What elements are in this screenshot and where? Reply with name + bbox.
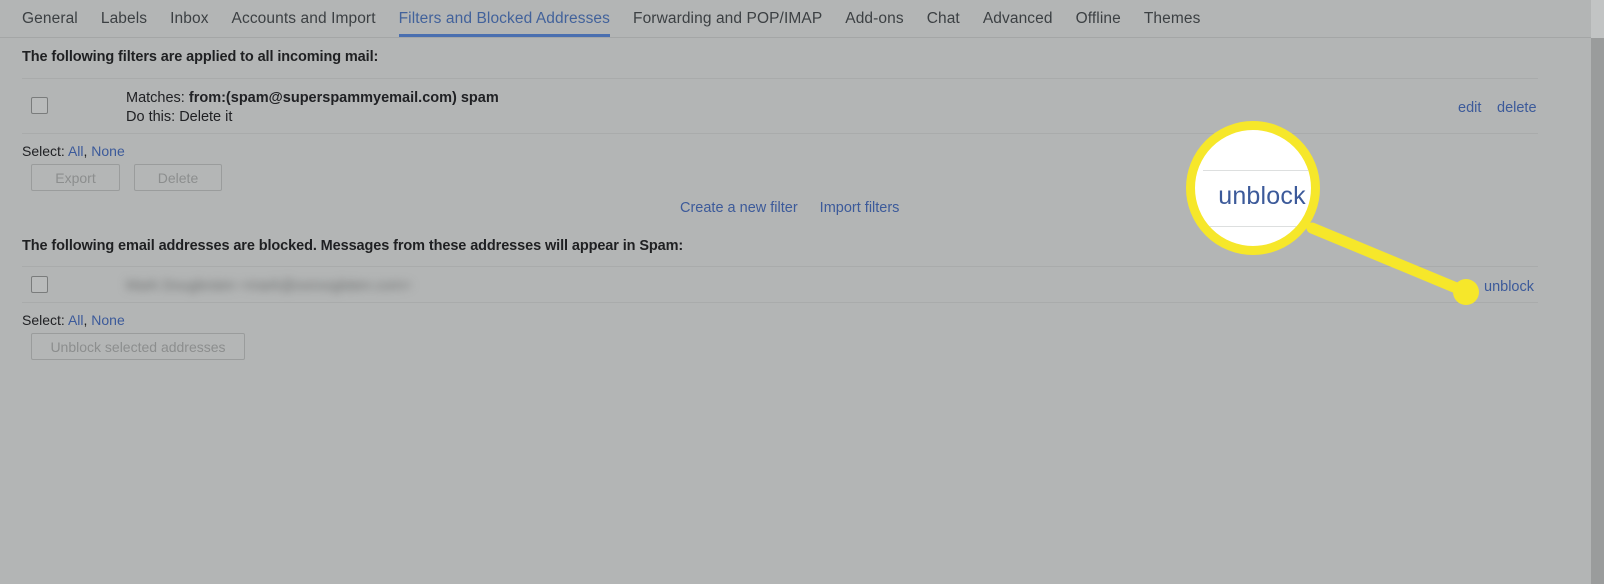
filters-select-label: Select:	[22, 143, 65, 159]
blocked-section-heading: The following email addresses are blocke…	[22, 238, 684, 254]
filters-section-heading: The following filters are applied to all…	[22, 49, 379, 65]
filter-action-label: Do this:	[126, 109, 176, 125]
blocked-select-none-link[interactable]: None	[91, 312, 124, 328]
settings-tab-bar: General Labels Inbox Accounts and Import…	[0, 0, 1604, 38]
divider-filters-top	[22, 78, 1538, 79]
tab-themes[interactable]: Themes	[1144, 0, 1201, 37]
blocked-select-all-link[interactable]: All	[68, 312, 84, 328]
filter-matches-value: from:(spam@superspammyemail.com) spam	[188, 90, 499, 106]
unblock-selected-addresses-button[interactable]: Unblock selected addresses	[31, 333, 245, 360]
filter-row-matches: Matches: from:(spam@superspammyemail.com…	[126, 89, 499, 108]
divider-blocked-bottom	[22, 302, 1538, 303]
tab-offline[interactable]: Offline	[1076, 0, 1121, 37]
settings-content: The following filters are applied to all…	[0, 38, 1604, 584]
tab-general[interactable]: General	[22, 0, 78, 37]
vertical-scrollbar-track[interactable]	[1591, 0, 1604, 584]
tab-forwarding-and-pop-imap[interactable]: Forwarding and POP/IMAP	[633, 0, 822, 37]
filters-select-row: Select: All, None	[22, 143, 125, 159]
magnifier-divider-bottom	[1203, 226, 1311, 227]
filters-select-none-link[interactable]: None	[91, 143, 124, 159]
magnifier-callout: unblock	[1186, 121, 1320, 255]
filter-action-value: Delete it	[179, 109, 233, 125]
blocked-select-separator: ,	[83, 312, 88, 328]
filter-matches-label: Matches:	[126, 90, 185, 106]
tab-chat[interactable]: Chat	[927, 0, 960, 37]
filters-select-separator: ,	[83, 143, 88, 159]
tab-inbox[interactable]: Inbox	[170, 0, 208, 37]
tab-filters-and-blocked-addresses[interactable]: Filters and Blocked Addresses	[399, 0, 610, 37]
blocked-unblock-link[interactable]: unblock	[1484, 279, 1534, 295]
magnifier-divider-top	[1203, 170, 1311, 171]
blocked-address-text: Mark Douglesten <mark@oorooglaten.com>	[126, 278, 412, 294]
vertical-scrollbar-thumb[interactable]	[1591, 38, 1604, 584]
magnifier-unblock-label: unblock	[1218, 182, 1306, 210]
divider-blocked-top	[22, 266, 1538, 267]
tab-advanced[interactable]: Advanced	[983, 0, 1053, 37]
filter-delete-link[interactable]: delete	[1497, 100, 1537, 116]
create-new-filter-link[interactable]: Create a new filter	[680, 200, 798, 216]
filter-edit-link[interactable]: edit	[1458, 100, 1481, 116]
blocked-select-row: Select: All, None	[22, 312, 125, 328]
filter-row-action: Do this: Delete it	[126, 108, 232, 127]
filter-row-checkbox[interactable]	[31, 97, 48, 114]
blocked-select-label: Select:	[22, 312, 65, 328]
export-button[interactable]: Export	[31, 164, 120, 191]
blocked-row-checkbox[interactable]	[31, 276, 48, 293]
import-filters-link[interactable]: Import filters	[820, 200, 900, 216]
magnifier-content: unblock	[1195, 130, 1311, 246]
tab-add-ons[interactable]: Add-ons	[845, 0, 903, 37]
tab-accounts-and-import[interactable]: Accounts and Import	[232, 0, 376, 37]
filter-action-links: Create a new filter Import filters	[680, 200, 899, 216]
filters-select-all-link[interactable]: All	[68, 143, 84, 159]
delete-button[interactable]: Delete	[134, 164, 222, 191]
tab-labels[interactable]: Labels	[101, 0, 147, 37]
